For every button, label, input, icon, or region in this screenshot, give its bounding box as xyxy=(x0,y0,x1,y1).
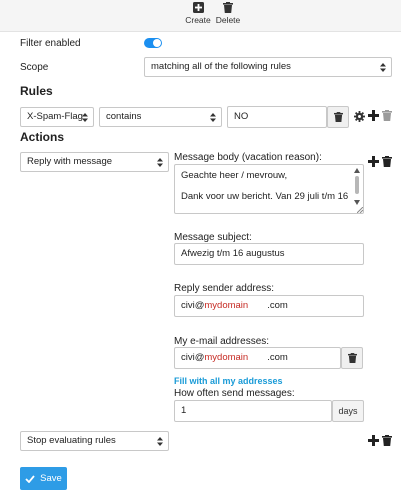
rules-heading: Rules xyxy=(20,84,53,98)
scrollbar-down-arrow-icon[interactable] xyxy=(354,200,360,205)
reply-sender-prefix: civi@ xyxy=(181,300,205,311)
message-subject-value: Afwezig t/m 16 augustus xyxy=(181,248,285,259)
scope-select[interactable]: matching all of the following rules xyxy=(144,57,392,77)
rule-header-select[interactable]: X-Spam-Flag xyxy=(20,107,94,127)
reply-sender-domain: mydomain xyxy=(204,300,249,311)
fill-addresses-link[interactable]: Fill with all my addresses xyxy=(174,376,283,386)
add-action-icon[interactable] xyxy=(368,435,379,446)
scrollbar-up-arrow-icon[interactable] xyxy=(354,168,360,173)
reply-sender-input[interactable]: civi@mydomain .com xyxy=(174,295,364,317)
how-often-value: 1 xyxy=(181,405,187,416)
my-addresses-domain: mydomain xyxy=(204,352,249,363)
reply-sender-suffix: .com xyxy=(267,300,288,311)
action-type-value: Reply with message xyxy=(27,156,113,167)
message-body-line: Geachte heer / mevrouw, xyxy=(181,170,288,181)
scrollbar-thumb[interactable] xyxy=(355,176,359,194)
delete-action-icon[interactable] xyxy=(382,435,392,446)
add-action-icon[interactable] xyxy=(368,156,379,167)
delete-button[interactable]: Delete xyxy=(214,2,242,25)
checkmark-icon xyxy=(25,474,35,483)
add-rule-icon[interactable] xyxy=(368,110,379,121)
reply-sender-label: Reply sender address: xyxy=(174,283,275,294)
filter-enabled-label: Filter enabled xyxy=(20,38,81,49)
rule-operator-select[interactable]: contains xyxy=(99,107,222,127)
delete-label: Delete xyxy=(215,15,241,25)
scope-label: Scope xyxy=(20,62,49,73)
days-addon: days xyxy=(332,400,364,422)
rule-header-value: X-Spam-Flag xyxy=(27,111,83,122)
scope-value: matching all of the following rules xyxy=(151,61,291,72)
trash-icon xyxy=(223,2,233,13)
my-addresses-label: My e-mail addresses: xyxy=(174,336,270,347)
message-subject-input[interactable]: Afwezig t/m 16 augustus xyxy=(174,243,364,265)
trash-icon xyxy=(347,353,357,363)
delete-rule-icon[interactable] xyxy=(382,110,392,121)
my-addresses-prefix: civi@ xyxy=(181,352,205,363)
actions-heading: Actions xyxy=(20,130,65,144)
select-caret-icon xyxy=(380,63,386,72)
second-action-select[interactable]: Stop evaluating rules xyxy=(20,431,169,451)
create-label: Create xyxy=(185,15,211,25)
rule-target-input[interactable]: NO xyxy=(227,106,327,128)
filter-enabled-toggle[interactable] xyxy=(144,38,162,48)
how-often-input[interactable]: 1 xyxy=(174,400,332,422)
action-type-select[interactable]: Reply with message xyxy=(20,152,169,172)
select-caret-icon xyxy=(210,113,216,122)
second-action-value: Stop evaluating rules xyxy=(27,435,116,446)
message-body-line: Dank voor uw bericht. Van 29 juli t/m 16 xyxy=(181,191,349,202)
select-caret-icon xyxy=(82,113,88,122)
select-caret-icon xyxy=(157,158,163,167)
message-body-textarea[interactable]: Geachte heer / mevrouw, Dank voor uw ber… xyxy=(174,164,364,214)
message-body-label: Message body (vacation reason): xyxy=(174,152,322,163)
rule-target-value: NO xyxy=(234,111,249,122)
my-addresses-input[interactable]: civi@mydomain .com xyxy=(174,347,341,369)
resize-grip-icon[interactable] xyxy=(357,207,363,213)
trash-icon xyxy=(333,112,343,122)
save-button[interactable]: Save xyxy=(20,467,67,490)
delete-action-icon[interactable] xyxy=(382,156,392,167)
gear-icon[interactable] xyxy=(354,111,365,122)
save-label: Save xyxy=(40,473,62,484)
days-unit: days xyxy=(338,406,358,416)
rule-operator-value: contains xyxy=(106,111,142,122)
rule-delete-target-button[interactable] xyxy=(327,106,349,128)
toggle-knob xyxy=(153,39,161,47)
create-button[interactable]: Create xyxy=(184,2,212,25)
plus-square-icon xyxy=(192,2,204,13)
my-addresses-suffix: .com xyxy=(267,352,288,363)
how-often-label: How often send messages: xyxy=(174,388,295,399)
my-addresses-delete-button[interactable] xyxy=(341,347,363,369)
message-subject-label: Message subject: xyxy=(174,232,252,243)
select-caret-icon xyxy=(157,437,163,446)
